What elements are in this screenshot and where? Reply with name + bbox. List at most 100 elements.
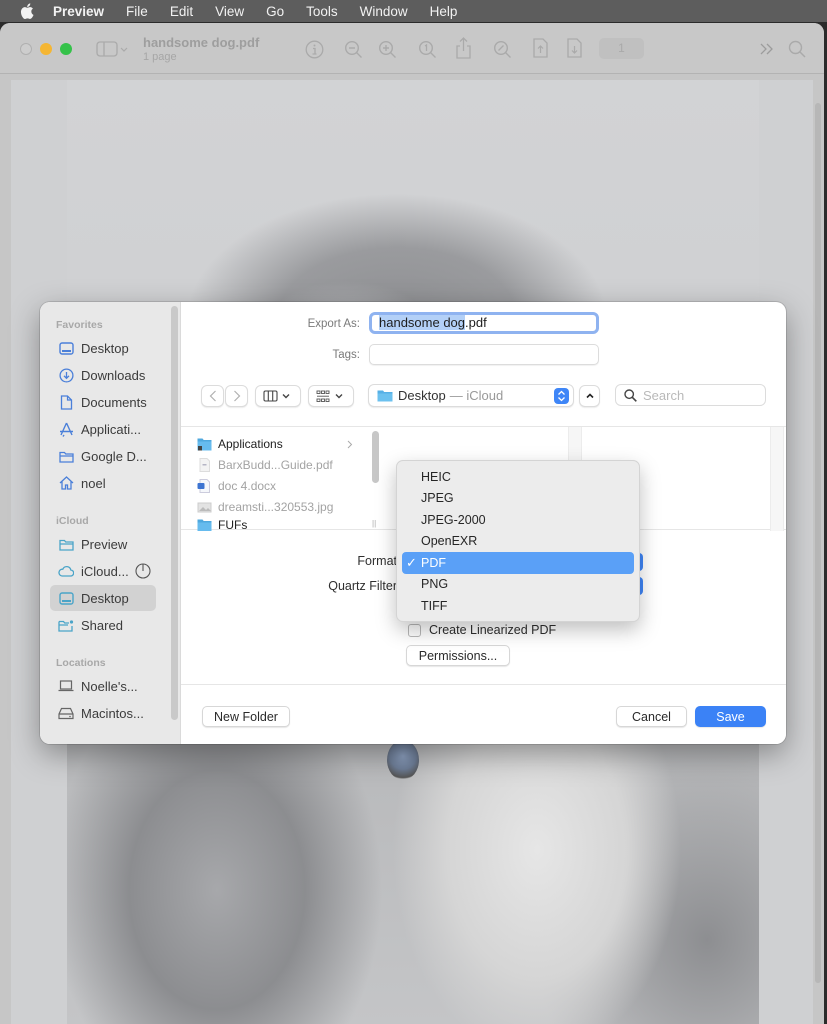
file-name: BarxBudd...Guide.pdf [218,458,333,472]
sidebar-item-icloud-drive[interactable]: iCloud... [50,558,156,584]
file-column-scrollbar[interactable] [372,431,379,483]
option-label: OpenEXR [421,534,478,549]
sidebar-item-google-drive[interactable]: Google D... [50,443,156,469]
dialog-footer: New Folder Cancel Save [181,684,786,744]
rotate-left-icon[interactable] [533,38,548,58]
export-as-input[interactable]: handsome dog.pdf [369,312,599,334]
export-as-label: Export As: [307,318,360,330]
checkmark-icon: ✓ [406,555,417,570]
home-icon [58,475,74,491]
format-option-tiff[interactable]: TIFF [402,595,634,617]
markup-icon[interactable] [493,40,512,59]
sidebar-item-applications[interactable]: Applicati... [50,416,156,442]
menu-go[interactable]: Go [266,4,284,19]
sidebar-item-label: Documents [81,394,147,410]
sidebar-toggle-icon[interactable] [96,41,130,57]
sidebar-item-icloud-desktop[interactable]: Desktop [50,585,156,611]
menu-view[interactable]: View [215,4,244,19]
sidebar-item-label: Noelle's... [81,678,138,694]
column-resize-handle[interactable]: || [372,519,376,528]
sidebar-item-label: noel [81,475,106,491]
sidebar-scrollbar[interactable] [171,306,178,720]
file-row-fufs[interactable]: FUFs [197,518,357,531]
linearized-label: Create Linearized PDF [429,623,557,637]
format-option-pdf[interactable]: ✓ PDF [402,552,634,574]
file-name: FUFs [218,518,248,531]
location-name: Desktop [398,388,446,403]
sidebar-item-shared[interactable]: Shared [50,612,156,638]
documents-icon [58,394,74,410]
file-name: doc 4.docx [218,479,277,493]
sidebar-item-macintosh-hd[interactable]: Macintos... [50,700,156,726]
sidebar-item-label: Google D... [81,448,147,464]
collapse-button[interactable] [579,385,600,407]
more-icon[interactable] [760,43,774,55]
sidebar-item-label: Downloads [81,367,146,383]
save-button[interactable]: Save [695,706,766,727]
zoom-button[interactable] [60,43,72,55]
minimize-button[interactable] [40,43,52,55]
search-field[interactable]: Search [615,384,766,406]
page-number-field[interactable]: 1 [599,38,644,59]
quartz-filter-label: Quartz Filter [328,579,397,593]
option-label: TIFF [421,598,448,613]
info-icon[interactable] [305,40,324,59]
file-row-applications[interactable]: Applications [197,434,357,454]
location-popup[interactable]: Desktop — iCloud [368,384,574,407]
format-option-png[interactable]: PNG [402,574,634,596]
format-option-jpeg-2000[interactable]: JPEG-2000 [402,509,634,531]
actual-size-icon[interactable] [418,40,437,59]
chevron-left-icon [209,390,216,402]
cancel-button[interactable]: Cancel [616,706,687,727]
sidebar-item-documents[interactable]: Documents [50,389,156,415]
format-option-heic[interactable]: HEIC [402,466,634,488]
menu-edit[interactable]: Edit [170,4,193,19]
filename-extension: .pdf [465,315,487,330]
format-option-openexr[interactable]: OpenEXR [402,531,634,553]
new-folder-button[interactable]: New Folder [202,706,290,727]
close-button[interactable] [20,43,32,55]
rotate-right-icon[interactable] [567,38,582,58]
column-divider[interactable] [770,427,784,531]
menu-file[interactable]: File [126,4,148,19]
window-title: handsome dog.pdf [143,35,260,50]
file-row-pdf[interactable]: BarxBudd...Guide.pdf [197,455,357,475]
sidebar-header-favorites: Favorites [56,319,103,331]
menu-app-preview[interactable]: Preview [53,4,104,19]
share-icon[interactable] [455,37,472,59]
menu-help[interactable]: Help [430,4,458,19]
file-name: Applications [218,437,283,451]
search-icon[interactable] [788,40,806,58]
group-button[interactable] [308,385,354,407]
zoom-in-icon[interactable] [378,40,397,59]
zoom-out-icon[interactable] [344,40,363,59]
linearized-checkbox[interactable]: Create Linearized PDF [408,623,556,637]
format-option-jpeg[interactable]: JPEG [402,488,634,510]
option-label: HEIC [421,469,451,484]
shared-folder-icon [58,617,74,633]
permissions-button[interactable]: Permissions... [406,645,510,666]
menu-tools[interactable]: Tools [306,4,338,19]
checkbox-box[interactable] [408,623,421,637]
folder-icon [197,438,212,451]
file-row-docx[interactable]: doc 4.docx [197,476,357,496]
sidebar-item-downloads[interactable]: Downloads [50,362,156,388]
sidebar-item-label: Macintos... [81,705,144,721]
sidebar-item-noelles-mac[interactable]: Noelle's... [50,673,156,699]
menu-window[interactable]: Window [360,4,408,19]
back-button[interactable] [201,385,224,407]
file-row-jpg[interactable]: dreamsti...320553.jpg [197,497,357,517]
tags-label: Tags: [332,349,361,361]
sidebar-item-desktop[interactable]: Desktop [50,335,156,361]
sidebar-item-noel[interactable]: noel [50,470,156,496]
tags-input[interactable] [369,344,599,365]
option-label: PDF [421,555,446,570]
sidebar-item-preview[interactable]: Preview [50,531,156,557]
grid-group-icon [316,390,343,402]
window-subtitle: 1 page [143,51,177,63]
view-mode-button[interactable] [255,385,301,407]
sidebar-item-label: Desktop [81,340,129,356]
document-scrollbar[interactable] [815,103,821,983]
apple-menu-icon[interactable] [20,3,34,19]
forward-button[interactable] [225,385,248,407]
